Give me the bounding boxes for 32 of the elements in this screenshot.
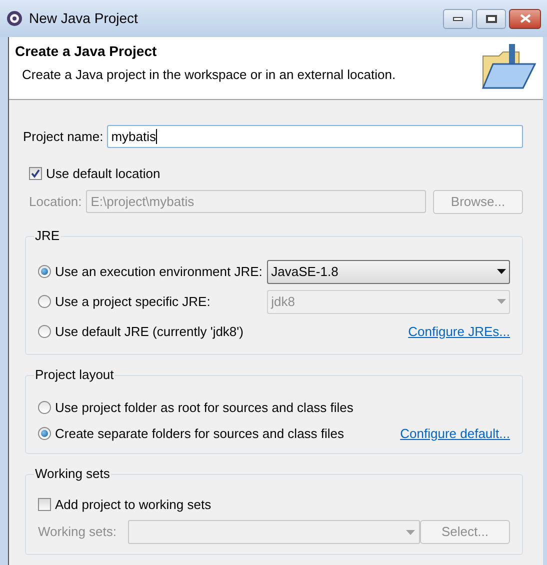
project-name-label: Project name: [23,128,104,146]
configure-jres-link[interactable]: Configure JREs... [408,322,510,342]
dropdown[interactable]: JavaSE-1.8 [267,260,510,284]
dropdown-arrow-icon [406,530,415,534]
dropdown-arrow-icon [497,269,506,274]
default-location-label: Use default location [46,165,160,183]
layout-option-label: Create separate folders for sources and class files [55,424,344,443]
configure-default-link[interactable]: Configure default... [400,424,510,444]
group-title: Working sets [34,466,111,482]
working-sets-checkbox-label: Add project to working sets [55,496,212,514]
radio-button[interactable] [38,295,51,308]
radio-button[interactable] [38,401,51,414]
window-title: New Java Project [29,9,138,28]
group-title: Project layout [34,366,115,382]
jre-option-label: Use a project specific JRE: [55,292,212,311]
jre-option-label: Use an execution environment JRE: [55,262,264,281]
working-sets-label: Working sets: [38,523,118,542]
location-label: Location: [29,192,82,211]
page-title: Create a Java Project [15,42,158,61]
minimize-button[interactable] [443,8,473,28]
layout-option-label: Use project folder as root for sources and class files [55,398,354,417]
checkbox[interactable] [29,167,42,180]
close-button[interactable] [509,8,541,28]
page-description: Create a Java project in the workspace or in an external location. [22,67,396,83]
dropdown-arrow-icon [497,299,506,304]
maximize-button[interactable] [476,8,506,28]
close-icon [520,14,530,23]
project-name-field[interactable]: mybatis [107,125,523,148]
radio-button[interactable] [38,325,51,338]
jre-option-label: Use default JRE (currently 'jdk8') [55,322,244,341]
radio-button[interactable] [38,427,51,440]
radio-button[interactable] [38,265,51,278]
